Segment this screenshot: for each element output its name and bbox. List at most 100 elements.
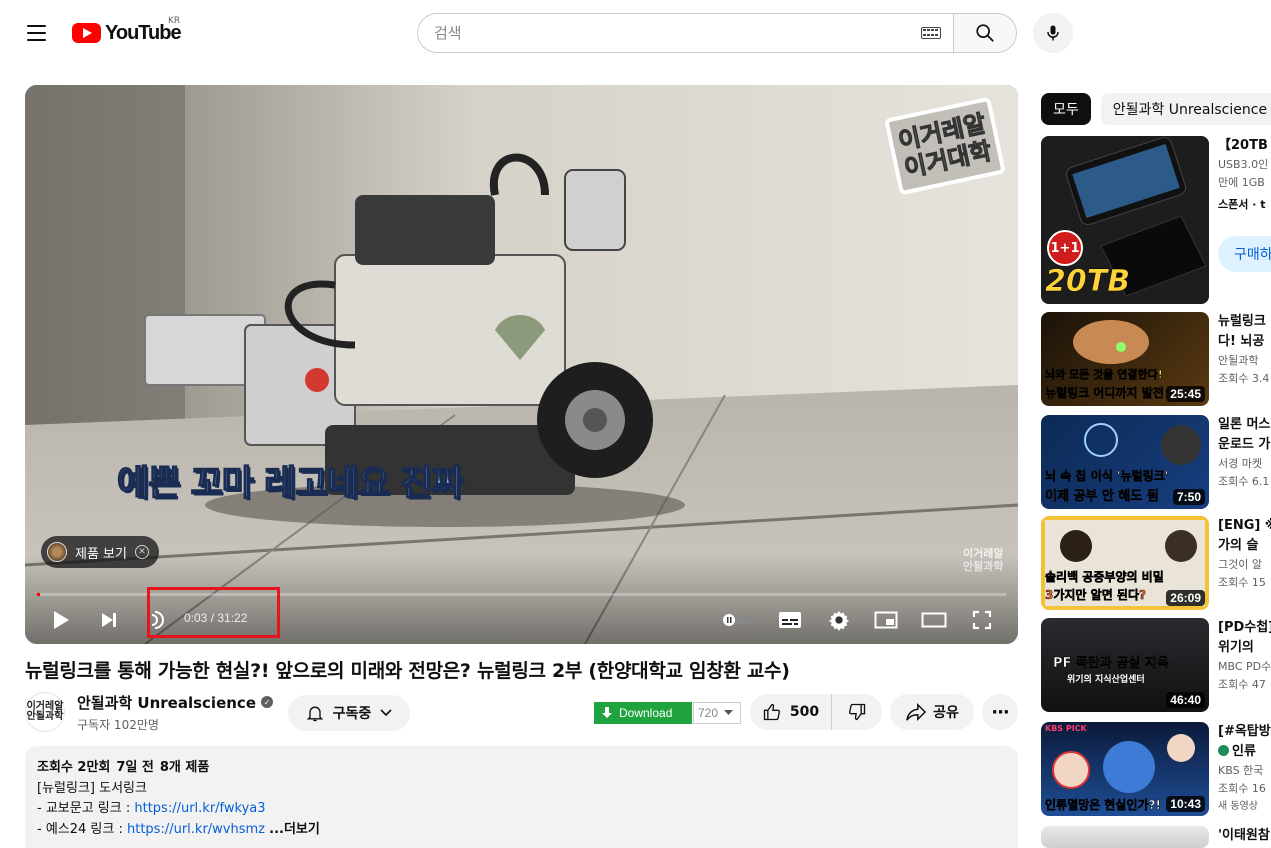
search-input[interactable] (434, 24, 921, 42)
subscribed-button[interactable]: 구독중 (288, 695, 410, 731)
masthead: YouTube KR (0, 0, 1271, 66)
side-views: 조회수 3.4 (1218, 372, 1270, 385)
yes24-link[interactable]: https://url.kr/wvhsmz (127, 822, 265, 837)
like-dislike-group: 500 (750, 694, 882, 730)
video-caption: 예쁜 꼬마 레고네요 진짜 (116, 463, 464, 505)
share-button[interactable]: 공유 (890, 694, 974, 730)
related-video-item[interactable]: KBS PICK 인류멸망은 현실인가?! 10:43 [#옥탑방 인류 KBS… (1041, 722, 1271, 818)
theater-mode-button[interactable] (919, 605, 949, 635)
video-duration: 26:09 (1166, 590, 1205, 606)
sponsored-item[interactable]: 1+1 20TB 【20TB 1 USB3.0인 만에 1GB 스폰서 · t … (1041, 136, 1271, 306)
thumb-caption: 뇌 속 칩 이식 '뉴럴링크' (1045, 469, 1169, 484)
video-text: '이태원참 (1218, 826, 1271, 846)
search-bar (417, 13, 1017, 53)
side-title: 일론 머스 (1218, 417, 1271, 432)
youtube-play-icon (72, 23, 101, 43)
voice-search-button[interactable] (1033, 13, 1073, 53)
side-title: 다! 뇌공 (1218, 334, 1265, 349)
side-channel: 그것이 알 (1218, 558, 1262, 571)
chip-channel[interactable]: 안될과학 Unrealscience 제 (1100, 93, 1271, 125)
chip-all[interactable]: 모두 (1041, 93, 1091, 125)
fullscreen-button[interactable] (968, 605, 996, 635)
description-meta: 조회수 2만회 7일 전 8개 제품 (37, 758, 1006, 779)
channel-dot-icon (1218, 745, 1229, 756)
product-count: 8개 제품 (159, 760, 210, 775)
chevron-down-icon (380, 709, 392, 717)
video-text: 일론 머스 운로드 가 서경 마켓 조회수 6.1 (1218, 415, 1271, 491)
video-duration: 46:40 (1166, 692, 1205, 708)
video-text: [#옥탑방 인류 KBS 한국 조회수 16 새 동영상 (1218, 722, 1271, 816)
gear-icon (828, 610, 850, 631)
miniplayer-button[interactable] (872, 605, 900, 635)
quality-select[interactable]: 720 (693, 702, 741, 724)
filter-chips: 모두 안될과학 Unrealscience 제 (1041, 93, 1271, 125)
share-icon (906, 702, 927, 722)
thumb-caption: 인류멸망은 현실인가?! (1045, 798, 1161, 813)
description-box[interactable]: 조회수 2만회 7일 전 8개 제품 [뉴럴링크] 도서링크 - 교보문고 링크 :… (25, 746, 1018, 848)
subscribed-label: 구독중 (332, 706, 372, 722)
side-channel: KBS 한국 (1218, 764, 1264, 777)
description-line: - 교보문고 링크 : https://url.kr/fwkya3 (37, 799, 1006, 820)
related-video-item[interactable]: '이태원참 (1041, 826, 1271, 848)
link-label: - 교보문고 링크 : (37, 801, 135, 816)
video-thumbnail: KBS PICK 인류멸망은 현실인가?! 10:43 (1041, 722, 1209, 816)
highlight-annotation-box (147, 587, 280, 638)
related-video-item[interactable]: 솔리백 공중부양의 비밀 3가지만 알면 된다? 26:09 [ENG] ※ 가… (1041, 516, 1271, 612)
side-title: 위기의 (1218, 640, 1254, 655)
next-button[interactable] (95, 605, 123, 635)
show-more-button[interactable]: ...더보기 (269, 822, 320, 837)
corner-logo-text: 이거레알 이거대학 (895, 109, 995, 183)
related-video-item[interactable]: PF 폭탄과 공실 지옥 위기의 지식산업센터 46:40 [PD수첩] 위기의… (1041, 618, 1271, 714)
youtube-logo[interactable]: YouTube KR (72, 16, 182, 46)
menu-icon[interactable] (16, 13, 56, 53)
video-player[interactable]: 이거레알 이거대학 예쁜 꼬마 레고네요 진짜 이거레알 안될과학 제품 보기 … (25, 85, 1018, 644)
thumb-caption: 이제 공부 안 해도 됨 (1045, 489, 1159, 505)
link-label: - 예스24 링크 : (37, 821, 127, 837)
autoplay-icon (722, 614, 752, 626)
video-thumbnail (1041, 826, 1209, 848)
like-button[interactable]: 500 (750, 694, 832, 730)
dislike-button[interactable] (832, 694, 882, 730)
video-text: 뉴럴링크 다! 뇌공 안될과학 조회수 3.4 (1218, 312, 1271, 388)
channel-name: 안될과학 Unrealscience (77, 693, 256, 712)
kyobo-link[interactable]: https://url.kr/fwkya3 (134, 801, 265, 816)
more-icon: ··· (991, 701, 1009, 723)
keyboard-icon[interactable] (921, 27, 941, 39)
buy-button[interactable]: 구매하 (1218, 236, 1271, 272)
side-views: 조회수 6.1 (1218, 475, 1270, 488)
side-title: '이태원참 (1218, 828, 1270, 843)
side-title: 운로드 가 (1218, 437, 1271, 452)
video-text: [ENG] ※ 가의 슬 그것이 알 조회수 15 (1218, 516, 1271, 592)
settings-button[interactable] (825, 605, 853, 635)
related-video-item[interactable]: 뇌와 모든 것을 연결한다! 뉴럴링크 어디까지 발전 25:45 뉴럴링크 다… (1041, 312, 1271, 408)
related-video-item[interactable]: 뇌 속 칩 이식 '뉴럴링크' 이제 공부 안 해도 됨 7:50 일론 머스 … (1041, 415, 1271, 511)
new-video-badge: 새 동영상 (1218, 801, 1258, 812)
subtitles-button[interactable] (776, 605, 804, 635)
upload-age: 7일 전 (116, 760, 154, 775)
more-actions-button[interactable]: ··· (982, 694, 1018, 730)
side-title: [#옥탑방 (1218, 724, 1271, 739)
download-button[interactable]: Download (594, 702, 692, 724)
autoplay-toggle[interactable] (720, 605, 754, 635)
search-button[interactable] (953, 13, 1017, 53)
share-label: 공유 (933, 705, 959, 721)
promo-badge: 1+1 (1047, 230, 1083, 266)
description-line: [뉴럴링크] 도서링크 (37, 780, 147, 796)
thumb-caption: 뉴럴링크 어디까지 발전 (1045, 386, 1164, 401)
channel-name-link[interactable]: 안될과학 Unrealscience ✓ (77, 692, 273, 713)
video-duration: 7:50 (1172, 489, 1205, 505)
side-channel: MBC PD수 (1218, 660, 1271, 673)
side-views: 조회수 15 (1218, 576, 1266, 589)
ad-thumbnail: 1+1 20TB (1041, 136, 1209, 304)
channel-avatar[interactable]: 이거레알 안될과학 (25, 692, 65, 732)
ad-caption: 20TB (1045, 264, 1131, 300)
play-button[interactable] (47, 605, 75, 635)
video-thumbnail: 뇌 속 칩 이식 '뉴럴링크' 이제 공부 안 해도 됨 7:50 (1041, 415, 1209, 509)
next-icon (102, 613, 116, 627)
video-thumbnail: 뇌와 모든 것을 연결한다! 뉴럴링크 어디까지 발전 25:45 (1041, 312, 1209, 406)
side-line: USB3.0인 (1218, 158, 1269, 171)
side-views: 조회수 47 (1218, 678, 1266, 691)
video-duration: 10:43 (1166, 796, 1205, 812)
play-icon (54, 611, 69, 629)
search-box[interactable] (417, 13, 953, 53)
